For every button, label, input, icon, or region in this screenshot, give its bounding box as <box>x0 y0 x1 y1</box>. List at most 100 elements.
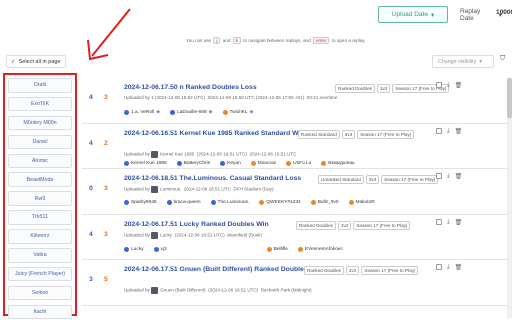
player-item[interactable]: Daniel <box>8 134 72 150</box>
download-icon[interactable]: ⤓ <box>447 219 450 226</box>
scrollbar[interactable] <box>507 78 512 318</box>
uploader-name: Luminous. <box>160 186 182 192</box>
scrollbar-thumb[interactable] <box>507 78 512 118</box>
replay-title-link[interactable]: 2024-12-06.18.51 The.Luminous. Casual St… <box>124 174 304 184</box>
replay-list: 4 3 2024-12-06.17.50 n Ranked Doubles Lo… <box>82 78 512 306</box>
player-item[interactable]: Kiileerrz <box>8 229 72 244</box>
replay-title-link[interactable]: 2024-12-06.17.51 Lucky Ranked Doubles Wi… <box>124 220 294 230</box>
select-checkbox[interactable] <box>436 82 442 88</box>
replay-row[interactable]: 4 3 2024-12-06.17.51 Lucky Ranked Double… <box>82 215 512 260</box>
player-blue[interactable]: Sparky9048 <box>124 200 157 205</box>
replay-title-link[interactable]: 2024-12-06.17.51 Gnuen (Built Different)… <box>124 265 334 275</box>
replay-row[interactable]: 4 2 2024-12-06.16.51 Kernel Kue 1985 Ran… <box>82 124 512 169</box>
player-orange[interactable]: QWEEKY#1234 <box>259 200 301 205</box>
player-item[interactable]: Dralii <box>8 78 72 93</box>
replay-row[interactable]: 0 3 2024-12-06.18.51 The.Luminous. Casua… <box>82 169 512 215</box>
team-icon <box>321 160 327 166</box>
sort-replay-date-button[interactable]: Replay Date ▾ <box>452 6 502 23</box>
player-orange[interactable]: UsFo.Lo <box>286 160 312 166</box>
player-orange[interactable]: Bellifle <box>266 246 288 252</box>
select-checkbox[interactable] <box>436 264 442 270</box>
player-blue[interactable]: The.Luminous. <box>210 200 249 205</box>
player-orange[interactable]: Moucraz <box>250 160 276 166</box>
player-name: Bellifle <box>273 246 288 252</box>
select-all-label: Select all in page <box>18 58 61 65</box>
blue-score: 4 <box>89 94 93 101</box>
player-item[interactable]: Seikoo <box>8 285 72 301</box>
download-icon[interactable]: ⤓ <box>447 128 450 135</box>
player-item[interactable]: Vatira <box>8 248 72 263</box>
player-orange[interactable]: TwichKL ◆ <box>222 109 254 115</box>
team-icon <box>220 160 226 166</box>
uploaded-by-label: Uploaded by <box>124 287 150 293</box>
replay-date: (2024-12-06 16:51 UTC) <box>174 232 225 238</box>
select-checkbox[interactable] <box>436 127 442 134</box>
trash-icon[interactable]: 🗑 <box>455 128 463 135</box>
top-bar: Upload Date ▾ Replay Date ▾ 10000 <box>0 0 512 30</box>
trash-icon[interactable]: 🗑 <box>455 264 463 271</box>
orange-score: 5 <box>104 276 108 283</box>
player-item[interactable]: Itachi <box>8 304 72 320</box>
player-item[interactable]: Atomic <box>8 153 72 169</box>
select-checkbox[interactable] <box>436 173 442 179</box>
sort-upload-date-button[interactable]: Upload Date ▾ <box>378 6 448 23</box>
player-name: Kernel Kue 1985 <box>131 160 167 166</box>
mode-tag: 2v2 <box>337 220 352 230</box>
rank-icon: ◆ <box>208 109 213 115</box>
player-blue[interactable]: xj3 <box>153 246 167 252</box>
select-checkbox[interactable] <box>436 218 442 225</box>
player-name: MakutoR <box>355 200 375 205</box>
player-name: QWEEKY#1234 <box>266 200 301 205</box>
player-blue[interactable]: 1.a. VeRoll ◆ <box>124 109 160 115</box>
visibility-dropdown[interactable]: Change visibility ▾ <box>432 55 494 68</box>
player-blue[interactable]: BatteryChris <box>176 160 210 166</box>
replay-row[interactable]: 3 5 2024-12-06.17.51 Gnuen (Built Differ… <box>82 260 512 306</box>
team-icon <box>124 200 129 205</box>
player-name: UsFo.Lo <box>293 160 312 166</box>
replay-row[interactable]: 4 3 2024-12-06.17.50 n Ranked Doubles Lo… <box>82 78 512 124</box>
replay-meta: Uploaded by 1 (2024-12-06 16:52 UTC) 202… <box>124 95 337 100</box>
player-blue[interactable]: Kernel Kue 1985 <box>124 160 167 166</box>
team-icon <box>166 200 172 205</box>
player-item[interactable]: Trk511 <box>8 210 72 225</box>
filter-icon[interactable]: ⛉ <box>500 55 512 68</box>
replay-title-link[interactable]: 2024-12-06.17.50 n Ranked Doubles Loss <box>124 83 334 93</box>
select-all-button[interactable]: ✓ Select all in page <box>6 55 66 68</box>
player-blue[interactable]: LaDouille-669 ◆ <box>170 109 213 115</box>
checkbox-icon: ✓ <box>11 58 16 65</box>
player-item[interactable]: ExoTiiK <box>8 96 72 112</box>
orange-score: 3 <box>104 185 108 192</box>
season-tag: Season 17 (Free to Play) <box>357 129 415 139</box>
download-icon[interactable]: ⤓ <box>447 173 450 180</box>
player-item[interactable]: Rw9 <box>8 191 72 206</box>
kbd-j: j <box>213 37 221 44</box>
player-orange[interactable]: Бмордолиш <box>321 160 355 166</box>
player-blue[interactable]: Lucky <box>124 246 144 252</box>
replay-tags: Ranked Doubles 2v2 Season 17 (Free to Play… <box>304 266 420 275</box>
rank-icon: ◆ <box>249 109 254 115</box>
player-orange[interactable]: MakutoR <box>348 200 375 205</box>
trash-icon[interactable]: 🗑 <box>455 219 463 226</box>
player-orange[interactable]: Bullz_0v0 <box>310 200 339 205</box>
player-blue[interactable]: braca-queen <box>166 200 201 205</box>
player-name: Keyan <box>227 160 241 166</box>
trash-icon[interactable]: 🗑 <box>455 173 463 180</box>
player-item[interactable]: Juicy (French Player) <box>8 266 72 282</box>
replay-date: (2024-12-06 16:51 UTC) <box>196 151 247 157</box>
result-count: 10000 <box>496 9 512 16</box>
trash-icon[interactable]: 🗑 <box>455 82 463 89</box>
download-icon[interactable]: ⤓ <box>447 264 450 271</box>
player-name: Lucky <box>131 246 144 252</box>
player-blue[interactable]: Keyan <box>220 160 241 166</box>
player-name: braca-queen <box>173 200 201 205</box>
player-item[interactable]: M0nkey M00n <box>8 115 72 131</box>
replay-title: 2024-12-06.16.51 Kernel Kue 1985 Ranked … <box>124 129 305 137</box>
player-item[interactable]: BeastMode <box>8 172 72 187</box>
team-icon <box>153 246 159 252</box>
download-icon[interactable]: ⤓ <box>447 82 450 89</box>
uploaded-by-label: Uploaded by <box>124 186 150 192</box>
kbd-k: k <box>232 37 241 44</box>
player-orange[interactable]: EVennemAfokoec <box>297 246 343 252</box>
season-tag: Season 17 (Free to Play) <box>361 266 419 275</box>
playlist-tag: Ranked Doubles <box>296 220 336 230</box>
